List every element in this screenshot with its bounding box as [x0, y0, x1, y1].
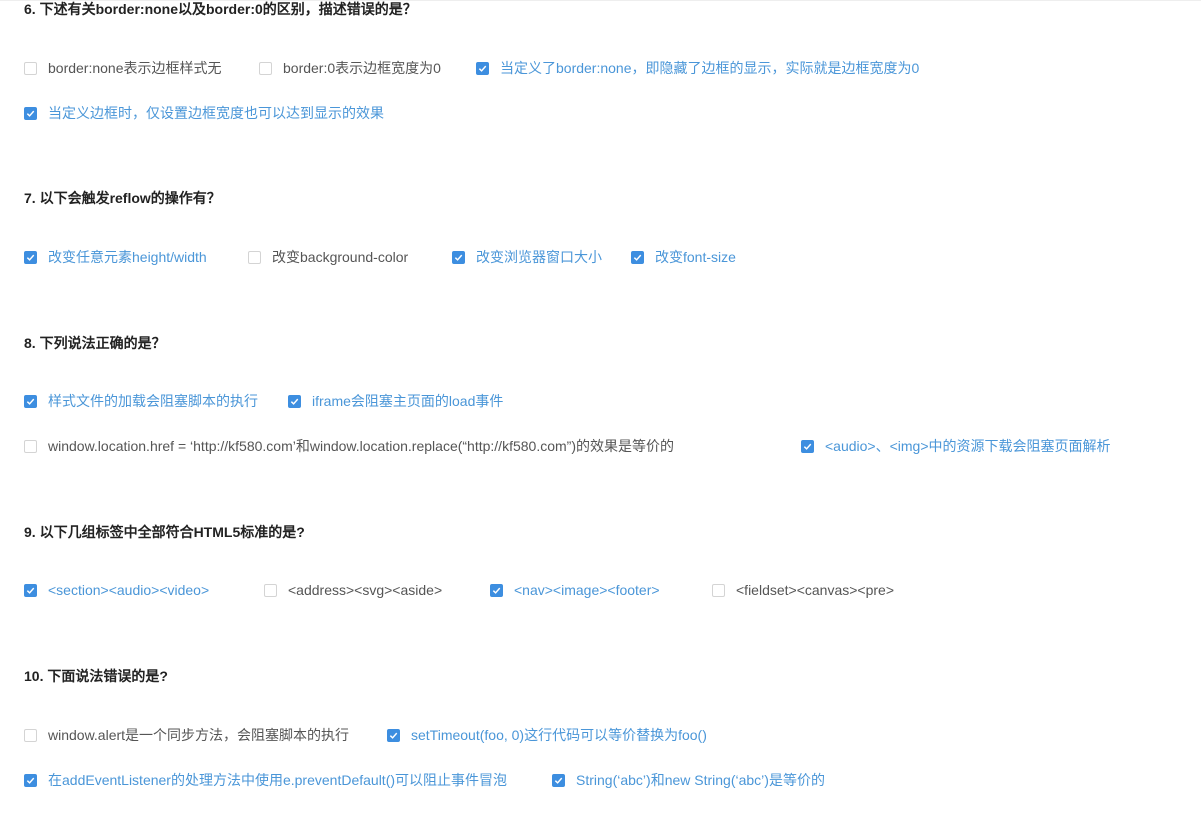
option[interactable]: iframe会阻塞主页面的load事件 — [288, 391, 503, 411]
option[interactable]: <fieldset><canvas><pre> — [712, 580, 894, 600]
option-label: 在addEventListener的处理方法中使用e.preventDefaul… — [48, 772, 508, 788]
checkbox-icon[interactable] — [24, 106, 37, 120]
option-label: border:0表示边框宽度为0 — [283, 60, 441, 76]
checkbox-icon[interactable] — [24, 728, 37, 742]
option-label: String(‘abc’)和new String(‘abc’)是等价的 — [576, 772, 825, 788]
option-label: 样式文件的加载会阻塞脚本的执行 — [48, 393, 258, 409]
option-label: <nav><image><footer> — [514, 582, 660, 598]
option-label: 当定义了border:none，即隐藏了边框的显示，实际就是边框宽度为0 — [500, 60, 920, 76]
option-label: <audio>、<img>中的资源下载会阻塞页面解析 — [825, 438, 1111, 454]
checkbox-icon[interactable] — [248, 250, 261, 264]
checkbox-icon[interactable] — [24, 439, 37, 453]
checkbox-icon[interactable] — [712, 583, 725, 597]
option[interactable]: <nav><image><footer> — [490, 580, 660, 600]
option-label: <address><svg><aside> — [288, 582, 443, 598]
option-label: window.location.href = ‘http://kf580.com… — [48, 438, 674, 454]
option-label: 改变浏览器窗口大小 — [476, 249, 602, 265]
option-label: 当定义边框时，仅设置边框宽度也可以达到显示的效果 — [48, 105, 384, 121]
question-title: 6. 下述有关border:none以及border:0的区别，描述错误的是？ — [24, 1, 417, 17]
option-label: border:none表示边框样式无 — [48, 60, 222, 76]
option[interactable]: setTimeout(foo, 0)这行代码可以等价替换为foo() — [387, 725, 707, 745]
question-title: 10. 下面说法错误的是? — [24, 668, 168, 684]
checkbox-icon[interactable] — [24, 61, 37, 75]
option-label: setTimeout(foo, 0)这行代码可以等价替换为foo() — [411, 727, 707, 743]
option-label: 改变任意元素height/width — [48, 249, 207, 265]
option[interactable]: 在addEventListener的处理方法中使用e.preventDefaul… — [24, 770, 507, 790]
checkbox-icon[interactable] — [24, 394, 37, 408]
option[interactable]: 改变font-size — [631, 247, 736, 267]
checkbox-icon[interactable] — [490, 583, 503, 597]
option[interactable]: window.location.href = ‘http://kf580.com… — [24, 436, 674, 456]
checkbox-icon[interactable] — [24, 250, 37, 264]
option[interactable]: 改变background-color — [248, 247, 408, 267]
checkbox-icon[interactable] — [24, 773, 37, 787]
option-label: <section><audio><video> — [48, 582, 210, 598]
option[interactable]: 改变任意元素height/width — [24, 247, 207, 267]
option[interactable]: 样式文件的加载会阻塞脚本的执行 — [24, 391, 258, 411]
option[interactable]: 当定义了border:none，即隐藏了边框的显示，实际就是边框宽度为0 — [476, 58, 919, 78]
option[interactable]: 改变浏览器窗口大小 — [452, 247, 602, 267]
checkbox-icon[interactable] — [552, 773, 565, 787]
option[interactable]: 当定义边框时，仅设置边框宽度也可以达到显示的效果 — [24, 103, 384, 123]
question-title: 9. 以下几组标签中全部符合HTML5标准的是? — [24, 524, 305, 540]
option-label: iframe会阻塞主页面的load事件 — [312, 393, 504, 409]
question-title: 7. 以下会触发reflow的操作有？ — [24, 190, 221, 206]
checkbox-icon[interactable] — [259, 61, 272, 75]
option-label: window.alert是一个同步方法，会阻塞脚本的执行 — [48, 727, 350, 743]
option[interactable]: border:0表示边框宽度为0 — [259, 58, 441, 78]
checkbox-icon[interactable] — [288, 394, 301, 408]
option-label: <fieldset><canvas><pre> — [736, 582, 895, 598]
checkbox-icon[interactable] — [387, 728, 400, 742]
checkbox-icon[interactable] — [476, 61, 489, 75]
question-title: 8. 下列说法正确的是？ — [24, 335, 166, 351]
option[interactable]: String(‘abc’)和new String(‘abc’)是等价的 — [552, 770, 825, 790]
option[interactable]: <section><audio><video> — [24, 580, 209, 600]
option-label: 改变font-size — [655, 249, 736, 265]
checkbox-icon[interactable] — [452, 250, 465, 264]
checkbox-icon[interactable] — [24, 583, 37, 597]
checkbox-icon[interactable] — [801, 439, 814, 453]
option[interactable]: <address><svg><aside> — [264, 580, 442, 600]
checkbox-icon[interactable] — [631, 250, 644, 264]
quiz-container: 6. 下述有关border:none以及border:0的区别，描述错误的是？ … — [0, 0, 1201, 823]
option-label: 改变background-color — [272, 249, 409, 265]
checkbox-icon[interactable] — [264, 583, 277, 597]
option[interactable]: border:none表示边框样式无 — [24, 58, 222, 78]
option[interactable]: window.alert是一个同步方法，会阻塞脚本的执行 — [24, 725, 349, 745]
option[interactable]: <audio>、<img>中的资源下载会阻塞页面解析 — [801, 436, 1111, 456]
